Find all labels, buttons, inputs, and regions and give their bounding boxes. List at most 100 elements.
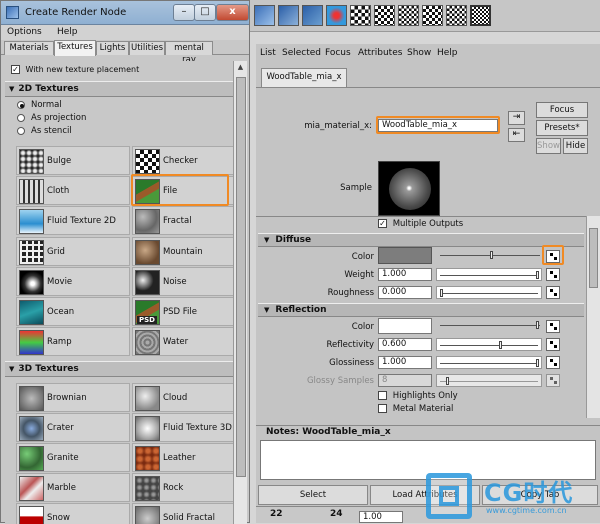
- slider-knob[interactable]: [536, 271, 539, 279]
- node-fractal[interactable]: Fractal: [132, 206, 233, 235]
- tab-utilities[interactable]: Utilities: [129, 41, 165, 55]
- node-cloud[interactable]: Cloud: [132, 383, 233, 412]
- reflection-color-swatch[interactable]: [378, 318, 432, 334]
- ae-menu-focus[interactable]: Focus: [325, 48, 351, 58]
- node-marble[interactable]: Marble: [16, 473, 130, 502]
- ae-menu-show[interactable]: Show: [407, 48, 431, 58]
- node-ocean[interactable]: Ocean: [16, 297, 130, 326]
- reflectivity-map-button[interactable]: [546, 338, 560, 351]
- diffuse-weight-map-button[interactable]: [546, 268, 560, 281]
- tab-textures[interactable]: Textures: [54, 40, 96, 56]
- node-psd-file[interactable]: PSD PSD File: [132, 297, 233, 326]
- checker-render-icon[interactable]: [350, 5, 371, 26]
- focus-button[interactable]: Focus: [536, 102, 588, 118]
- slider-knob[interactable]: [536, 359, 539, 367]
- slider-knob[interactable]: [446, 377, 449, 385]
- slider-knob[interactable]: [536, 321, 539, 329]
- node-snow[interactable]: Snow: [16, 503, 130, 524]
- select-button[interactable]: Select: [258, 485, 368, 505]
- hide-button[interactable]: Hide: [563, 138, 588, 154]
- node-bulge[interactable]: Bulge: [16, 146, 130, 175]
- checker-sphere-icon[interactable]: [398, 5, 419, 26]
- sphere-icon[interactable]: [326, 5, 347, 26]
- section-3d-textures[interactable]: ▼ 3D Textures: [5, 361, 233, 377]
- node-leather[interactable]: Leather: [132, 443, 233, 472]
- tab-lights[interactable]: Lights: [96, 41, 129, 55]
- plane-icon[interactable]: [278, 5, 299, 26]
- menu-help[interactable]: Help: [57, 27, 78, 37]
- texture-placement-option[interactable]: ✓ With new texture placement: [11, 65, 139, 76]
- title-bar[interactable]: Create Render Node – □ x: [1, 1, 249, 25]
- radio-as-projection-dot[interactable]: [17, 113, 25, 122]
- diffuse-color-swatch[interactable]: [378, 247, 432, 264]
- checker-map-icon[interactable]: [374, 5, 395, 26]
- glossiness-field[interactable]: 1.000: [378, 356, 432, 369]
- node-cloth[interactable]: Cloth: [16, 176, 130, 205]
- checker-active-icon[interactable]: [470, 5, 491, 26]
- node-solid-fractal[interactable]: Solid Fractal: [132, 503, 233, 524]
- node-crater[interactable]: Crater: [16, 413, 130, 442]
- glossy-samples-slider[interactable]: [436, 374, 542, 387]
- ae-menu-list[interactable]: List: [260, 48, 276, 58]
- slider-knob[interactable]: [440, 289, 443, 297]
- metal-material-option[interactable]: Metal Material: [378, 404, 453, 414]
- highlights-only-option[interactable]: Highlights Only: [378, 391, 458, 401]
- output-connection-icon[interactable]: ⇤: [508, 128, 525, 142]
- attribute-scroll-thumb[interactable]: [589, 228, 598, 288]
- surface-icon[interactable]: [254, 5, 275, 26]
- diffuse-roughness-map-button[interactable]: [546, 286, 560, 299]
- presets-button[interactable]: Presets*: [536, 120, 588, 136]
- metal-material-checkbox[interactable]: [378, 404, 387, 413]
- tab-mental-ray[interactable]: mental ray: [165, 41, 213, 65]
- maximize-button[interactable]: □: [194, 4, 216, 21]
- slider-knob[interactable]: [499, 341, 502, 349]
- reflection-color-map-button[interactable]: [546, 320, 560, 333]
- glossiness-slider[interactable]: [436, 356, 542, 369]
- minimize-button[interactable]: –: [173, 4, 195, 21]
- diffuse-weight-slider[interactable]: [436, 268, 542, 281]
- ae-menu-help[interactable]: Help: [437, 48, 458, 58]
- node-ramp[interactable]: Ramp: [16, 327, 130, 356]
- node-water[interactable]: Water: [132, 327, 233, 356]
- menu-options[interactable]: Options: [7, 27, 42, 37]
- playback-speed-field[interactable]: 1.00: [359, 511, 403, 523]
- radio-as-stencil-dot[interactable]: [17, 126, 25, 135]
- node-fluid-texture-2d[interactable]: Fluid Texture 2D: [16, 206, 130, 235]
- diffuse-roughness-field[interactable]: 0.000: [378, 286, 432, 299]
- close-button[interactable]: x: [216, 4, 249, 21]
- radio-normal[interactable]: Normal: [17, 100, 62, 110]
- radio-as-stencil[interactable]: As stencil: [17, 126, 72, 136]
- glossiness-map-button[interactable]: [546, 356, 560, 369]
- reflection-color-slider[interactable]: [440, 321, 540, 329]
- diffuse-weight-field[interactable]: 1.000: [378, 268, 432, 281]
- checker-cube-icon[interactable]: [446, 5, 467, 26]
- attribute-scrollbar[interactable]: [586, 216, 600, 418]
- tab-woodtable-mia-x[interactable]: WoodTable_mia_x: [261, 68, 347, 87]
- node-fluid-texture-3d[interactable]: Fluid Texture 3D: [132, 413, 233, 442]
- multiple-outputs-option[interactable]: ✓ Multiple Outputs: [378, 219, 463, 229]
- node-noise[interactable]: Noise: [132, 267, 233, 296]
- reflectivity-slider[interactable]: [436, 338, 542, 351]
- scroll-thumb[interactable]: [236, 77, 246, 477]
- node-brownian[interactable]: Brownian: [16, 383, 130, 412]
- radio-as-projection[interactable]: As projection: [17, 113, 86, 123]
- section-2d-textures[interactable]: ▼ 2D Textures: [5, 81, 233, 97]
- slider-knob[interactable]: [490, 251, 493, 259]
- ae-menu-attributes[interactable]: Attributes: [358, 48, 402, 58]
- tab-materials[interactable]: Materials: [4, 41, 54, 55]
- node-mountain[interactable]: Mountain: [132, 237, 233, 266]
- checker-plane-icon[interactable]: [422, 5, 443, 26]
- node-granite[interactable]: Granite: [16, 443, 130, 472]
- texture-list-scrollbar[interactable]: ▲: [233, 61, 247, 524]
- node-movie[interactable]: Movie: [16, 267, 130, 296]
- texture-placement-checkbox[interactable]: ✓: [11, 65, 20, 74]
- scroll-up-icon[interactable]: ▲: [234, 61, 247, 74]
- diffuse-color-slider[interactable]: [440, 251, 540, 259]
- radio-normal-dot[interactable]: [17, 100, 25, 109]
- ae-menu-selected[interactable]: Selected: [282, 48, 321, 58]
- diffuse-roughness-slider[interactable]: [436, 286, 542, 299]
- input-connection-icon[interactable]: ⇥: [508, 111, 525, 125]
- section-reflection[interactable]: ▼ Reflection: [258, 303, 584, 317]
- cube-icon[interactable]: [302, 5, 323, 26]
- glossy-samples-field[interactable]: 8: [378, 374, 432, 387]
